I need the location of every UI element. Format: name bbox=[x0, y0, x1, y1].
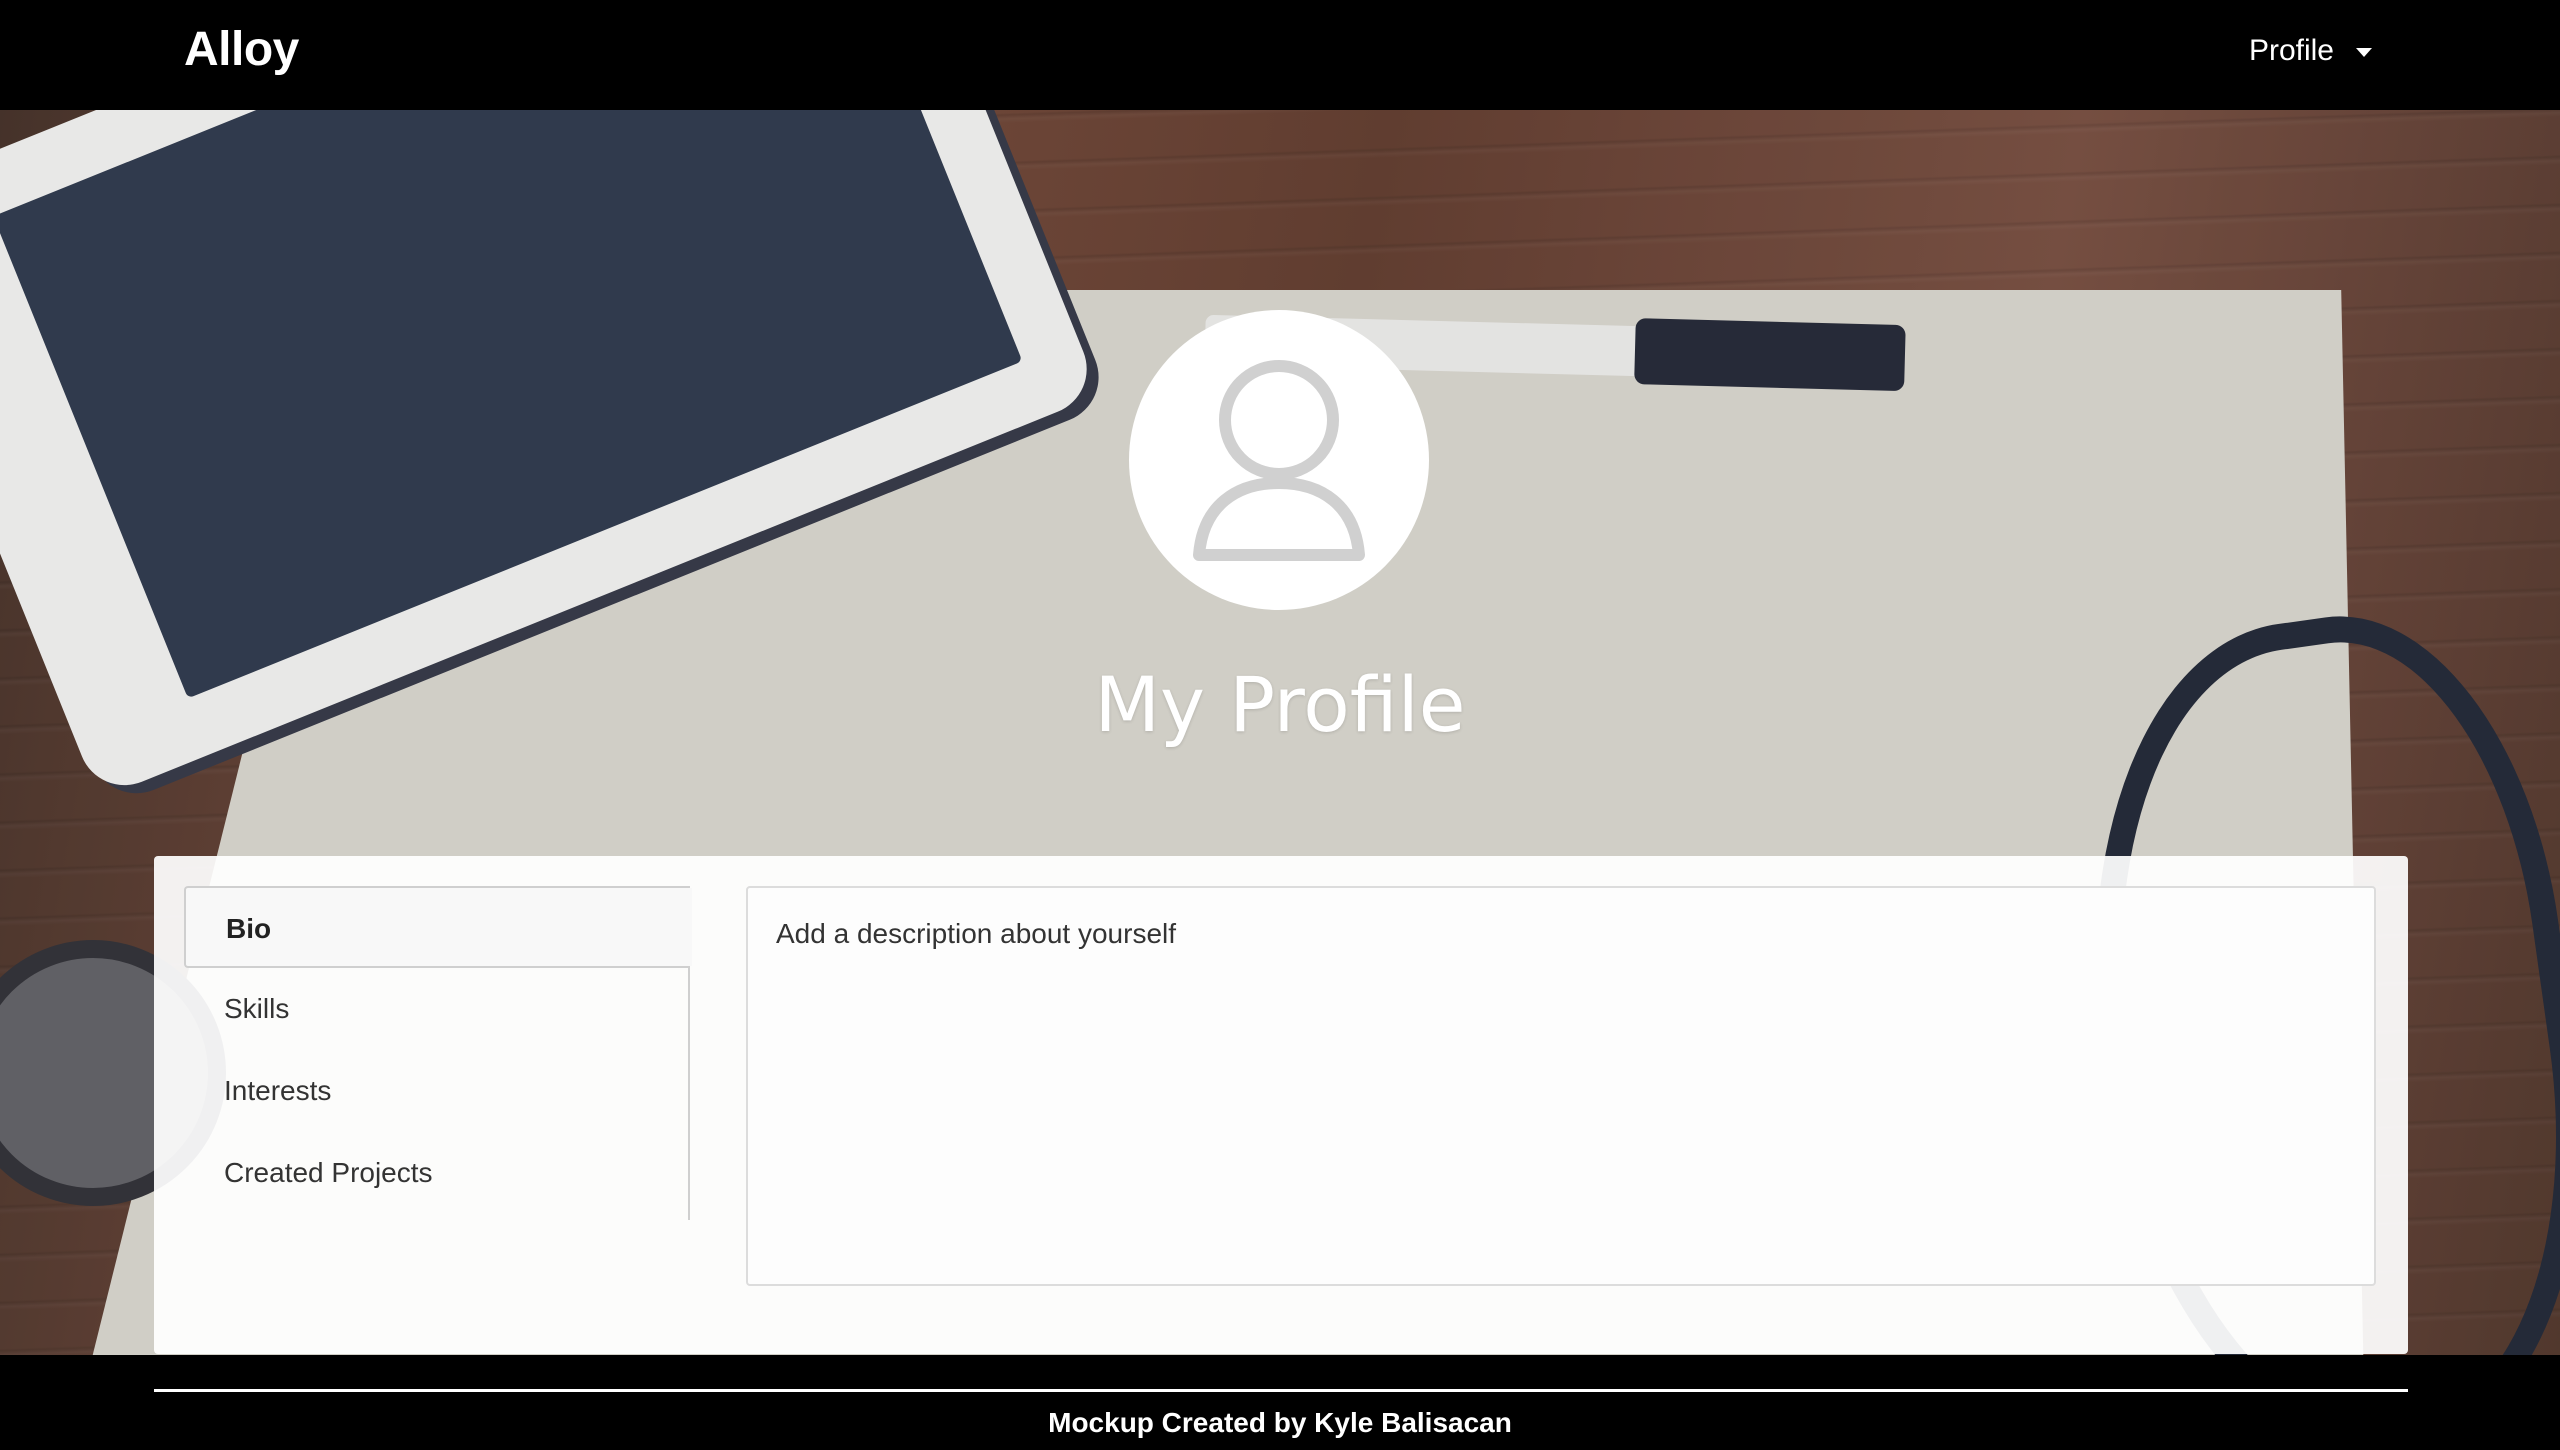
page-title: My Profile bbox=[1094, 660, 1466, 749]
footer-divider bbox=[154, 1389, 2408, 1392]
top-navbar: Alloy Profile bbox=[0, 0, 2560, 110]
profile-avatar[interactable] bbox=[1129, 310, 1429, 610]
tab-created-projects[interactable]: Created Projects bbox=[184, 1132, 688, 1214]
tab-bio[interactable]: Bio bbox=[184, 886, 692, 968]
chevron-down-icon bbox=[2356, 47, 2372, 57]
profile-dropdown[interactable]: Profile bbox=[2249, 34, 2372, 68]
brand-logo[interactable]: Alloy bbox=[184, 22, 299, 77]
user-avatar-icon bbox=[1193, 360, 1365, 561]
profile-tabs: Bio Skills Interests Created Projects bbox=[184, 886, 692, 1220]
profile-dropdown-label: Profile bbox=[2248, 34, 2334, 67]
profile-panel: Bio Skills Interests Created Projects bbox=[154, 856, 2408, 1354]
footer-credit: Mockup Created by Kyle Balisacan bbox=[1048, 1407, 1512, 1438]
tab-interests[interactable]: Interests bbox=[184, 1050, 688, 1132]
footer: Mockup Created by Kyle Balisacan bbox=[0, 1355, 2560, 1450]
tab-skills[interactable]: Skills bbox=[184, 968, 688, 1050]
bio-textarea[interactable] bbox=[746, 886, 2376, 1286]
